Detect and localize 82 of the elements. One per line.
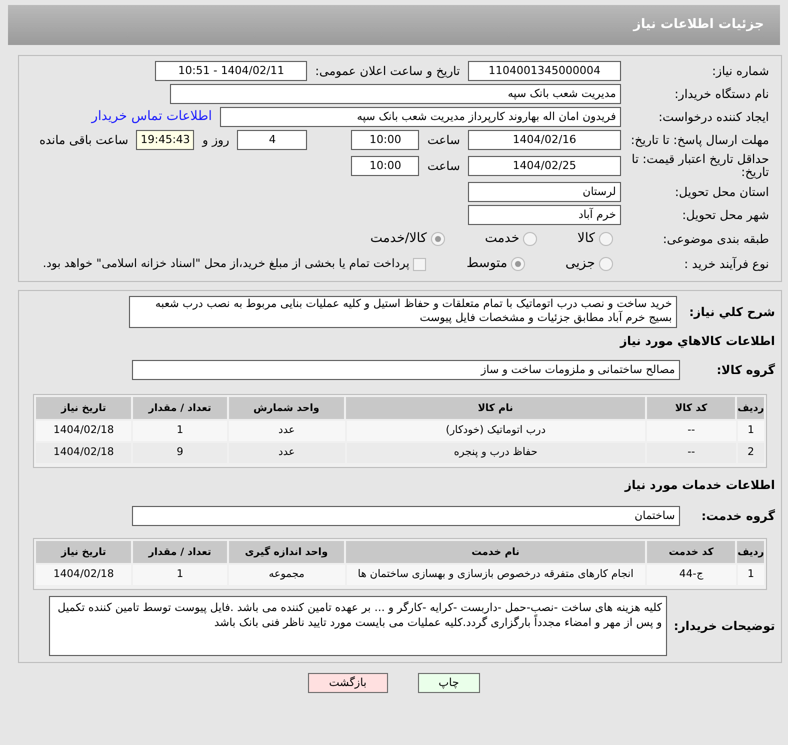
contact-link[interactable]: اطلاعات تماس خریدار [92, 107, 212, 127]
text-field[interactable]: 10:00 [351, 130, 420, 150]
text-field[interactable]: مدیریت شعب بانک سپه [170, 84, 621, 104]
column-header: تاریخ نیاز [36, 541, 132, 563]
column-header: ردیف [737, 397, 764, 419]
radio-button[interactable] [599, 232, 613, 246]
table-cell: 1404/02/18 [36, 443, 132, 463]
field-label: شهر محل تحویل: [681, 208, 769, 222]
text-field[interactable]: فریدون امان اله بهاروند کارپرداز مدیریت شعب بانک سپه [220, 107, 621, 127]
description-box[interactable]: خرید ساخت و نصب درب اتوماتیک با تمام متعلقات و حفاظ استیل و کلیه عملیات بنایی مربوط به نصب درب شعبه بسیج خرم آباد مطابق جزئیات و مشخصات فایل پیوست [129, 296, 677, 328]
column-header: کد کالا [646, 397, 736, 419]
field-label: ایجاد کننده درخواست: [657, 110, 769, 124]
table-cell: 9 [133, 443, 227, 463]
column-header: کد خدمت [646, 541, 736, 563]
field-label: روز و [202, 134, 230, 146]
field-label: شماره نیاز: [711, 64, 769, 78]
checkbox[interactable] [413, 258, 426, 270]
table-cell: 1 [133, 565, 227, 585]
text-field[interactable]: 1404/02/11 - 10:51 [155, 61, 308, 81]
radio-label: متوسط [466, 255, 508, 274]
table-cell: ج-44 [646, 565, 736, 585]
table-cell: مجموعه [228, 565, 344, 585]
column-header: واحد اندازه گیری [228, 541, 344, 563]
field-label: ساعت باقی مانده [39, 134, 128, 146]
table-cell: انجام کارهای متفرقه درخصوص بازسازی و بهسازی ساختمان ها [346, 565, 645, 585]
table-cell: 2 [738, 443, 764, 463]
table-cell: 1 [738, 565, 764, 585]
section-heading: اطلاعات کالاهاي مورد نياز [618, 333, 776, 350]
text-field[interactable]: مصالح ساختمانی و ملزومات ساخت و ساز [132, 360, 680, 380]
table-cell: -- [646, 443, 736, 463]
field-label: طبقه بندی موضوعی: [662, 232, 769, 246]
column-header: ردیف [737, 541, 764, 563]
table-cell: عدد [228, 443, 344, 463]
page-title: جزئیات اطلاعات نیاز [633, 16, 764, 34]
field-label: ساعت [427, 134, 460, 146]
print-button[interactable]: چاپ [418, 673, 480, 693]
text-field[interactable]: 1404/02/16 [468, 130, 621, 150]
column-header: نام کالا [346, 397, 645, 419]
field-label: نوع فرآیند خرید : [683, 258, 769, 270]
section-heading: اطلاعات خدمات مورد نیاز [623, 477, 776, 494]
countdown-field[interactable]: 19:45:43 [136, 130, 194, 150]
table-cell: 1404/02/18 [36, 565, 132, 585]
radio-button[interactable] [430, 232, 445, 246]
radio-label: کالا/خدمت [370, 230, 427, 248]
table-cell: عدد [228, 421, 344, 441]
radio-label: جزیی [565, 255, 595, 274]
column-header: تاریخ نیاز [36, 397, 132, 419]
table-cell: درب اتوماتیک (خودکار) [346, 421, 645, 441]
field-label: مهلت ارسال پاسخ: تا تاریخ: [630, 134, 769, 146]
back-button[interactable]: بازگشت [308, 673, 388, 693]
checkbox-label: پرداخت تمام یا بخشی از مبلغ خرید،از محل "اسناد خزانه اسلامی" خواهد بود. [42, 255, 410, 272]
column-header: واحد شمارش [228, 397, 344, 419]
text-field[interactable]: خرم آباد [468, 205, 621, 225]
field-label: استان محل تحویل: [674, 186, 769, 198]
notes-box[interactable]: کلیه هزینه های ساخت -نصب-حمل -داربست -کرایه -کارگر و ... بر عهده تامین کننده می باشد .فایل پیوست توسط تامین کننده تکمیل و پس از مهر و امضاء مجدداً بارگزاری گردد.کلیه عملیات می بایست مورد تایید ناظر فنی بانک باشد [49, 596, 667, 656]
column-header: تعداد / مقدار [133, 397, 226, 419]
field-label: گروه خدمت: [700, 510, 775, 522]
field-label: توضیحات خریدار: [675, 620, 775, 632]
table-cell: 1404/02/18 [36, 421, 132, 441]
field-label: شرح کلي نياز: [688, 306, 775, 318]
radio-button[interactable] [599, 257, 613, 271]
text-field[interactable]: 10:00 [351, 156, 420, 176]
radio-label: خدمت [484, 230, 520, 248]
field-label: ساعت [427, 160, 460, 172]
field-label: گروه کالا: [716, 364, 775, 376]
radio-button[interactable] [511, 257, 526, 271]
column-header: نام خدمت [346, 541, 645, 563]
field-label: تاریخ و ساعت اعلان عمومی: [315, 64, 460, 78]
text-field[interactable]: 4 [237, 130, 308, 150]
field-label: حداقل تاریخ اعتبار قیمت: تا تاریخ: [630, 153, 769, 179]
table-cell: 1 [738, 421, 764, 441]
table-cell: حفاظ درب و پنجره [346, 443, 645, 463]
text-field[interactable]: 1404/02/25 [468, 156, 621, 176]
text-field[interactable]: 1104001345000004 [468, 61, 621, 81]
radio-label: کالا [577, 230, 595, 248]
table-cell: -- [646, 421, 736, 441]
field-label: نام دستگاه خریدار: [674, 88, 769, 100]
text-field[interactable]: ساختمان [132, 506, 680, 526]
text-field[interactable]: لرستان [468, 182, 621, 202]
column-header: تعداد / مقدار [133, 541, 226, 563]
table-cell: 1 [133, 421, 227, 441]
radio-button[interactable] [523, 232, 538, 246]
